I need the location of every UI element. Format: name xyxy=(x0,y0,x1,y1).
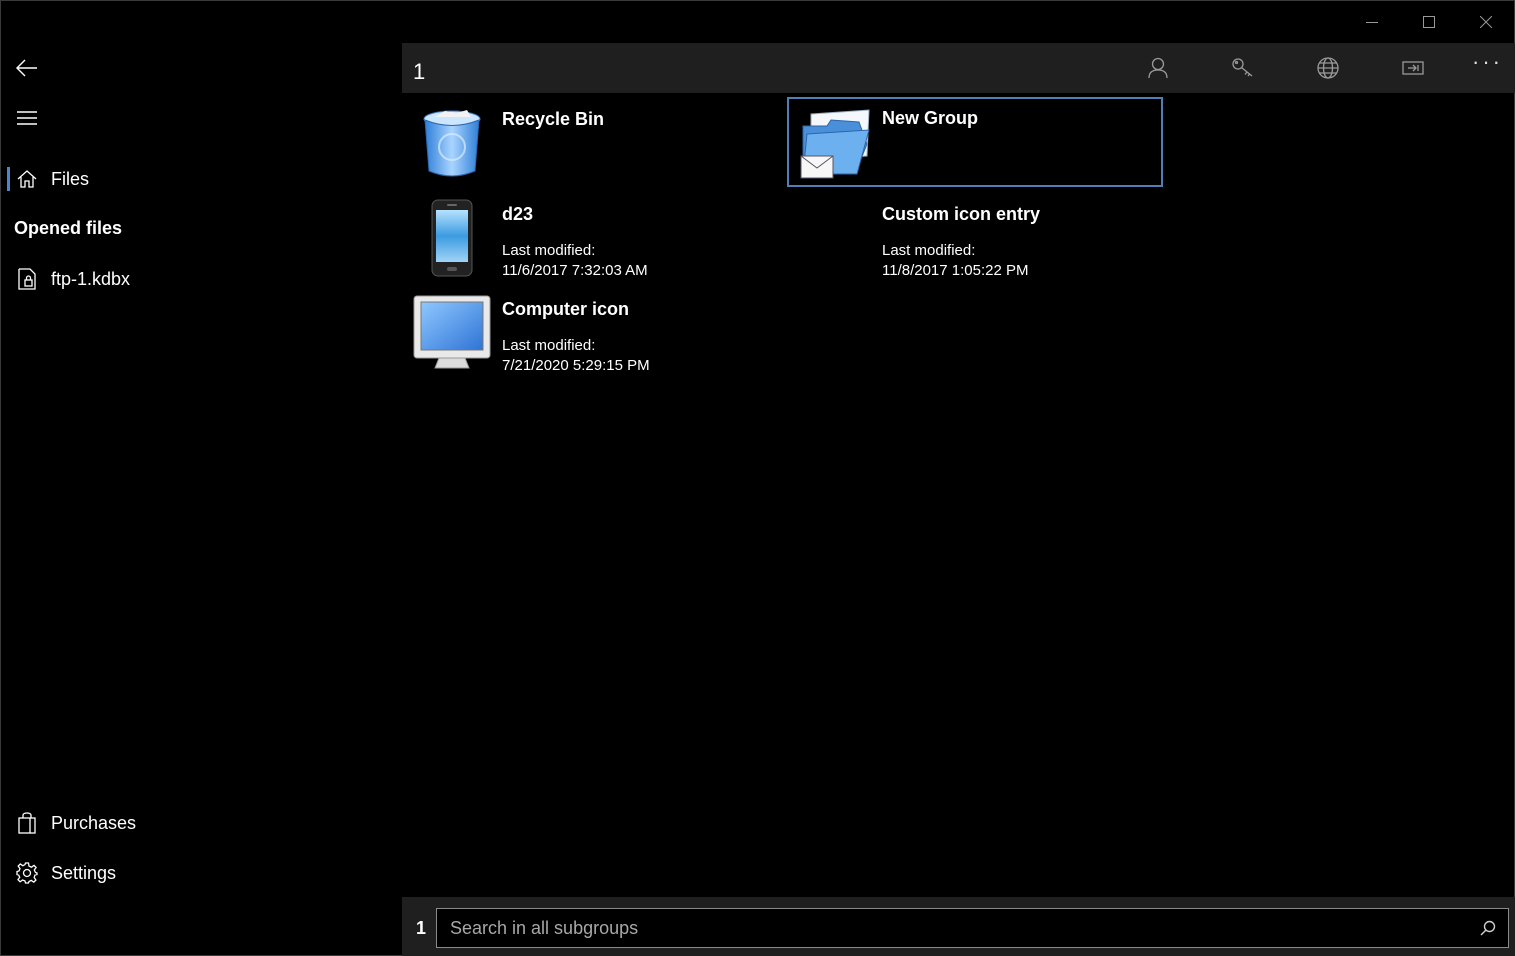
purchases-label: Purchases xyxy=(51,812,137,833)
item-title: d23 xyxy=(502,204,534,224)
nav-item-files[interactable]: Files xyxy=(1,159,401,199)
home-icon-wrap xyxy=(1,169,51,189)
settings-label: Settings xyxy=(51,862,117,883)
group-tile-new-group[interactable]: New Group xyxy=(787,97,1163,187)
caption-buttons xyxy=(1343,1,1514,43)
globe-icon xyxy=(1317,57,1339,79)
search-icon xyxy=(1480,920,1496,936)
entry-tile-custom-icon[interactable]: Custom icon entry Last modified: 11/8/20… xyxy=(782,193,1158,283)
app-window: Files Opened files ftp-1.kdbx Purchases xyxy=(0,0,1515,956)
search-button[interactable] xyxy=(1468,909,1508,947)
entry-tile-d23[interactable]: d23 Last modified: 11/6/2017 7:32:03 AM xyxy=(402,193,778,283)
open-url-button[interactable] xyxy=(1310,51,1346,85)
search-input[interactable] xyxy=(437,909,1468,947)
gear-icon xyxy=(16,862,38,884)
item-title: Computer icon xyxy=(502,299,630,319)
group-tile-recycle-bin[interactable]: Recycle Bin xyxy=(402,98,778,188)
nav-item-purchases[interactable]: Purchases xyxy=(1,803,401,843)
gear-icon-wrap xyxy=(1,862,51,884)
home-icon xyxy=(17,170,37,188)
more-icon: ··· xyxy=(1472,49,1503,74)
locked-file-icon xyxy=(18,268,36,290)
phone-icon xyxy=(410,199,494,277)
menu-button[interactable] xyxy=(9,100,45,136)
bottom-bar: 1 xyxy=(402,897,1515,956)
item-modified-label: Last modified: xyxy=(502,337,596,354)
nav-item-settings[interactable]: Settings xyxy=(1,853,401,893)
breadcrumb[interactable]: 1 xyxy=(413,59,425,85)
search-box xyxy=(436,908,1509,948)
person-icon xyxy=(1148,57,1168,79)
maximize-icon xyxy=(1422,16,1435,28)
open-url-icon xyxy=(1402,61,1424,75)
shopping-bag-icon xyxy=(18,812,36,834)
minimize-button[interactable] xyxy=(1343,1,1400,43)
files-label: Files xyxy=(51,168,90,189)
recycle-bin-icon xyxy=(410,104,494,182)
item-modified-label: Last modified: xyxy=(502,242,596,259)
close-button[interactable] xyxy=(1457,1,1514,43)
item-title: Custom icon entry xyxy=(882,204,1041,224)
sidebar: Files Opened files ftp-1.kdbx Purchases xyxy=(1,1,401,956)
item-modified-date: 11/8/2017 1:05:22 PM xyxy=(882,262,1029,279)
key-icon xyxy=(1232,58,1253,77)
monitor-icon xyxy=(410,294,494,372)
folder-mail-icon xyxy=(795,103,879,181)
hamburger-icon xyxy=(17,111,37,125)
item-title: New Group xyxy=(882,108,979,128)
nav-item-opened-file[interactable]: ftp-1.kdbx xyxy=(1,259,401,299)
arrow-left-icon xyxy=(16,59,37,77)
item-modified-date: 11/6/2017 7:32:03 AM xyxy=(502,262,648,279)
item-modified-date: 7/21/2020 5:29:15 PM xyxy=(502,357,650,374)
copy-password-button[interactable] xyxy=(1225,51,1261,85)
bag-icon-wrap xyxy=(1,812,51,834)
item-modified-label: Last modified: xyxy=(882,242,976,259)
copy-username-button[interactable] xyxy=(1140,51,1176,85)
file-icon-wrap xyxy=(1,268,51,290)
item-title: Recycle Bin xyxy=(502,109,605,129)
close-icon xyxy=(1479,16,1492,28)
more-button[interactable]: ··· xyxy=(1472,51,1503,73)
maximize-button[interactable] xyxy=(1400,1,1457,43)
entry-tile-computer[interactable]: Computer icon Last modified: 7/21/2020 5… xyxy=(402,288,778,378)
command-bar: 1 ··· xyxy=(402,43,1515,93)
minimize-icon xyxy=(1365,22,1378,23)
opened-files-title: Opened files xyxy=(14,218,123,238)
autotype-button[interactable] xyxy=(1395,51,1431,85)
items-count: 1 xyxy=(416,918,427,938)
opened-file-label: ftp-1.kdbx xyxy=(51,268,131,289)
back-button[interactable] xyxy=(9,50,45,86)
